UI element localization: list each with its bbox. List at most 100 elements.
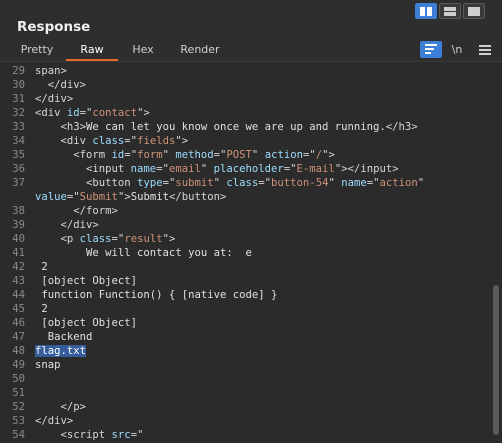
code-token: <div [35,107,67,119]
code-token: " [328,177,342,189]
code-line[interactable]: 45 2 [0,302,490,316]
code-line[interactable]: 49 snap [0,358,490,372]
code-token: Backend [35,331,93,343]
line-number: 34 [12,135,25,147]
code-token: =" [79,107,93,119]
panel-title: Response [17,19,91,35]
code-token: id [66,107,80,119]
code-token: class [79,233,112,245]
code-line[interactable]: 29 span> [0,64,490,78]
code-token: E-mail [296,163,335,175]
line-number: 36 [12,163,25,175]
code-token: " [213,177,227,189]
code-line[interactable]: 37 <button type="submit" class="button-5… [0,176,490,190]
code-token: class [226,177,259,189]
code-line[interactable]: 36 <input name="email" placeholder="E-ma… [0,162,490,176]
code-line[interactable]: 47 Backend [0,330,490,344]
code-token: =" [258,177,272,189]
code-text: snap [35,358,61,372]
code-token: submit [175,177,214,189]
code-line[interactable]: 46 [object Object] [0,316,490,330]
code-line[interactable]: 40 <p class="result"> [0,232,490,246]
line-number: 48 [12,345,25,357]
code-line[interactable]: 51 [0,386,490,400]
code-text: <div id="contact"> [35,106,150,120]
code-token: </h3> [385,121,418,133]
code-line[interactable]: 44 function Function() { [native code] } [0,288,490,302]
code-token: </p> [35,401,87,413]
line-number: 54 [12,429,25,441]
code-token: </button> [168,191,227,203]
scrollbar-thumb[interactable] [493,285,499,435]
code-token: method [175,149,214,161]
line-number: 46 [12,317,25,329]
code-token: [object Object] [35,317,138,329]
code-token: <p [35,233,80,245]
split-vertical-icon[interactable] [439,3,461,19]
code-token: Submit [79,191,118,203]
code-token: =" [130,429,144,441]
code-text: <button type="submit" class="button-54" … [35,176,424,190]
code-token: "> [137,107,150,119]
code-line[interactable]: 41 We will contact you at: e [0,246,490,260]
code-line[interactable]: 30 </div> [0,78,490,92]
code-line[interactable]: 35 <form id="form" method="POST" action=… [0,148,490,162]
code-text: </form> [35,204,118,218]
code-line[interactable]: 48 flag.txt [0,344,490,358]
code-line[interactable]: 38 </form> [0,204,490,218]
tab-render[interactable]: Render [172,40,228,61]
code-token: We will contact you at: e [35,247,252,259]
code-token: action [264,149,303,161]
code-token: =" [283,163,297,175]
code-token: "> [117,191,131,203]
code-token: snap [35,359,61,371]
line-number: 38 [12,205,25,217]
code-token: "></input> [334,163,399,175]
line-number: 51 [12,387,25,399]
raw-response-editor[interactable]: 29 span> 30 </div> 31 </div> 32 <div id="conta… [0,62,502,443]
code-line[interactable]: 53 </div> [0,414,490,428]
single-view-icon[interactable] [463,3,485,19]
code-token: =" [124,149,138,161]
line-number: 33 [12,121,25,133]
line-number: 44 [12,289,25,301]
line-number: 45 [12,303,25,315]
code-line[interactable]: 50 [0,372,490,386]
split-horizontal-icon[interactable] [415,3,437,19]
code-line[interactable]: value="Submit">Submit</button> [0,190,490,204]
code-token: <input [35,163,131,175]
code-line[interactable]: 31 </div> [0,92,490,106]
tab-hex[interactable]: Hex [124,40,162,61]
line-number: 37 [12,177,25,189]
code-token: =" [302,149,316,161]
code-line[interactable]: 42 2 [0,260,490,274]
code-line[interactable]: 52 </p> [0,400,490,414]
tab-pretty[interactable]: Pretty [13,40,61,61]
code-line[interactable]: 39 </div> [0,218,490,232]
code-token: <button [35,177,138,189]
code-token: result [124,233,163,245]
code-line[interactable]: 54 <script src=" [0,428,490,442]
code-text: flag.txt [35,344,87,358]
word-wrap-icon[interactable] [420,41,442,58]
line-number: 31 [12,93,25,105]
code-token: function Function() { [native code] } [35,289,278,301]
code-token: "> [322,149,335,161]
code-token: </div> [35,415,74,427]
line-number: 49 [12,359,25,371]
code-text: [object Object] [35,316,137,330]
code-text: function Function() { [native code] } [35,288,277,302]
code-line[interactable]: 32 <div id="contact"> [0,106,490,120]
code-line[interactable]: 33 <h3>We can let you know once we are u… [0,120,490,134]
code-token: " [200,163,214,175]
code-line[interactable]: 43 [object Object] [0,274,490,288]
line-number: 47 [12,331,25,343]
hamburger-menu-icon[interactable] [476,41,494,58]
newline-toggle[interactable]: \n [447,41,467,58]
code-token: 2 [35,261,48,273]
code-line[interactable]: 34 <div class="fields"> [0,134,490,148]
code-token: " [162,149,176,161]
tab-raw[interactable]: Raw [66,40,118,61]
code-text: value="Submit">Submit</button> [35,190,226,204]
line-number: 41 [12,247,25,259]
